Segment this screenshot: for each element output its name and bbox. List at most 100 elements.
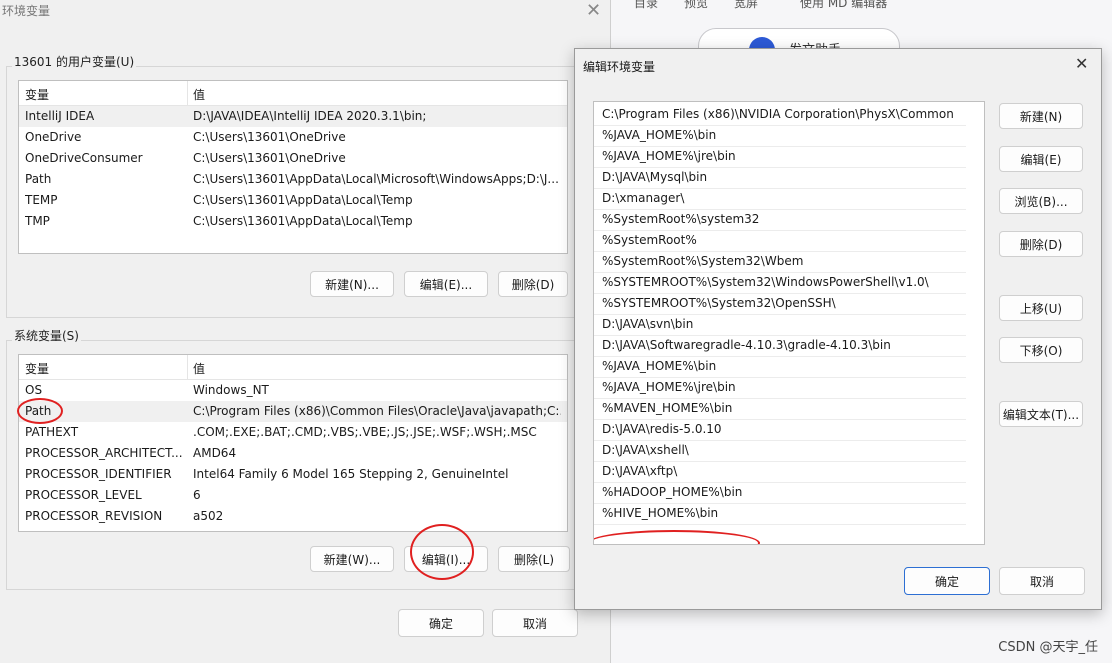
table-row[interactable]: TMP C:\Users\13601\AppData\Local\Temp (19, 211, 567, 232)
list-item[interactable]: %SYSTEMROOT%\System32\OpenSSH\ (594, 293, 966, 315)
list-item[interactable]: %JAVA_HOME%\bin (594, 356, 966, 378)
path-text: %MAVEN_HOME%\bin (602, 401, 733, 415)
path-text: D:\JAVA\redis-5.0.10 (602, 422, 722, 436)
list-item[interactable]: %JAVA_HOME%\jre\bin (594, 377, 966, 399)
list-item[interactable]: D:\JAVA\redis-5.0.10 (594, 419, 966, 441)
table-row[interactable]: IntelliJ IDEA D:\JAVA\IDEA\IntelliJ IDEA… (19, 106, 567, 127)
path-text: %SystemRoot% (602, 233, 697, 247)
var-name: PROCESSOR_REVISION (25, 509, 163, 523)
list-item[interactable]: %JAVA_HOME%\bin (594, 125, 966, 147)
list-item[interactable]: D:\JAVA\xftp\ (594, 461, 966, 483)
table-row[interactable]: OneDriveConsumer C:\Users\13601\OneDrive (19, 148, 567, 169)
sys-new-button[interactable]: 新建(W)... (310, 546, 394, 572)
user-edit-button[interactable]: 编辑(E)... (404, 271, 488, 297)
var-name: PROCESSOR_IDENTIFIER (25, 467, 172, 481)
list-item[interactable]: %SYSTEMROOT%\System32\WindowsPowerShell\… (594, 272, 966, 294)
table-row[interactable]: OS Windows_NT (19, 380, 567, 401)
path-text: %SystemRoot%\system32 (602, 212, 760, 226)
user-new-button[interactable]: 新建(N)... (310, 271, 394, 297)
path-text: D:\JAVA\xshell\ (602, 443, 689, 457)
table-row[interactable]: PROCESSOR_LEVEL 6 (19, 485, 567, 506)
sys-vars-list[interactable]: 变量 值 OS Windows_NT Path C:\Program Files… (18, 354, 568, 532)
delete-path-button[interactable]: 删除(D) (999, 231, 1083, 257)
path-text: %SYSTEMROOT%\System32\WindowsPowerShell\… (602, 275, 929, 289)
move-up-button[interactable]: 上移(U) (999, 295, 1083, 321)
ok-button[interactable]: 确定 (904, 567, 990, 595)
path-text: C:\Program Files (x86)\NVIDIA Corporatio… (602, 107, 954, 121)
user-vars-label: 13601 的用户变量(U) (12, 53, 137, 70)
user-delete-button[interactable]: 删除(D) (498, 271, 568, 297)
path-text: %HADOOP_HOME%\bin (602, 485, 743, 499)
table-row[interactable]: TEMP C:\Users\13601\AppData\Local\Temp (19, 190, 567, 211)
list-item[interactable]: %HADOOP_HOME%\bin (594, 482, 966, 504)
path-list[interactable]: C:\Program Files (x86)\NVIDIA Corporatio… (593, 101, 985, 545)
path-text: D:\JAVA\xftp\ (602, 464, 678, 478)
ok-button[interactable]: 确定 (398, 609, 484, 637)
col-value[interactable]: 值 (193, 360, 205, 377)
table-row[interactable]: PATHEXT .COM;.EXE;.BAT;.CMD;.VBS;.VBE;.J… (19, 422, 567, 443)
var-name: IntelliJ IDEA (25, 109, 95, 123)
table-row[interactable]: Path C:\Program Files (x86)\Common Files… (19, 401, 567, 422)
toolbar-widescreen[interactable]: 宽屏 (734, 0, 758, 11)
list-item[interactable]: %HIVE_HOME%\bin (594, 503, 966, 525)
path-text: %JAVA_HOME%\bin (602, 359, 717, 373)
list-item[interactable]: %SystemRoot%\System32\Wbem (594, 251, 966, 273)
edit-text-button[interactable]: 编辑文本(T)... (999, 401, 1083, 427)
move-down-button[interactable]: 下移(O) (999, 337, 1083, 363)
list-item[interactable]: D:\JAVA\xshell\ (594, 440, 966, 462)
cancel-button[interactable]: 取消 (999, 567, 1085, 595)
list-item[interactable]: D:\JAVA\Mysql\bin (594, 167, 966, 189)
edit-env-variable-dialog: 编辑环境变量 ✕ C:\Program Files (x86)\NVIDIA C… (574, 48, 1102, 610)
var-value: C:\Program Files (x86)\Common Files\Orac… (193, 404, 561, 418)
sys-delete-button[interactable]: 删除(L) (498, 546, 570, 572)
annotation-hadoop-circle (594, 530, 760, 544)
editor-toolbar: 目录 预览 宽屏 使用 MD 编辑器 (610, 0, 1112, 18)
path-text: D:\xmanager\ (602, 191, 685, 205)
list-item[interactable]: D:\JAVA\svn\bin (594, 314, 966, 336)
new-path-button[interactable]: 新建(N) (999, 103, 1083, 129)
list-item[interactable]: D:\JAVA\Softwaregradle-4.10.3\gradle-4.1… (594, 335, 966, 357)
var-name: PROCESSOR_LEVEL (25, 488, 142, 502)
var-name: OneDrive (25, 130, 82, 144)
var-value: C:\Users\13601\AppData\Local\Temp (193, 193, 413, 207)
col-variable[interactable]: 变量 (25, 86, 49, 103)
list-item[interactable]: C:\Program Files (x86)\NVIDIA Corporatio… (594, 104, 966, 126)
dialog-title: 环境变量 (2, 4, 51, 18)
table-row[interactable]: PROCESSOR_IDENTIFIER Intel64 Family 6 Mo… (19, 464, 567, 485)
cancel-button[interactable]: 取消 (492, 609, 578, 637)
table-row[interactable]: OneDrive C:\Users\13601\OneDrive (19, 127, 567, 148)
col-value[interactable]: 值 (193, 86, 205, 103)
var-value: a502 (193, 509, 224, 523)
var-value: AMD64 (193, 446, 237, 460)
var-value: Intel64 Family 6 Model 165 Stepping 2, G… (193, 467, 509, 481)
close-icon[interactable]: ✕ (1075, 54, 1088, 73)
edit-path-button[interactable]: 编辑(E) (999, 146, 1083, 172)
path-text: %SYSTEMROOT%\System32\OpenSSH\ (602, 296, 836, 310)
path-text: %SystemRoot%\System32\Wbem (602, 254, 804, 268)
browse-button[interactable]: 浏览(B)... (999, 188, 1083, 214)
list-item[interactable]: %SystemRoot% (594, 230, 966, 252)
user-vars-list[interactable]: 变量 值 IntelliJ IDEA D:\JAVA\IDEA\IntelliJ… (18, 80, 568, 254)
toolbar-md-editor[interactable]: 使用 MD 编辑器 (800, 0, 887, 11)
var-name: OS (25, 383, 43, 397)
user-vars-header: 变量 值 (19, 81, 567, 106)
table-row[interactable]: PROCESSOR_REVISION a502 (19, 506, 567, 527)
list-item[interactable]: D:\xmanager\ (594, 188, 966, 210)
path-text: %HIVE_HOME%\bin (602, 506, 719, 520)
var-value: C:\Users\13601\AppData\Local\Temp (193, 214, 413, 228)
var-value: .COM;.EXE;.BAT;.CMD;.VBS;.VBE;.JS;.JSE;.… (193, 425, 537, 439)
col-variable[interactable]: 变量 (25, 360, 49, 377)
list-item[interactable]: %JAVA_HOME%\jre\bin (594, 146, 966, 168)
path-text: %JAVA_HOME%\jre\bin (602, 380, 736, 394)
list-item[interactable]: %SystemRoot%\system32 (594, 209, 966, 231)
path-text: D:\JAVA\Softwaregradle-4.10.3\gradle-4.1… (602, 338, 891, 352)
toolbar-preview[interactable]: 预览 (684, 0, 708, 11)
table-row[interactable]: PROCESSOR_ARCHITECT... AMD64 (19, 443, 567, 464)
toolbar-toc[interactable]: 目录 (634, 0, 658, 11)
list-item[interactable]: %MAVEN_HOME%\bin (594, 398, 966, 420)
var-value: C:\Users\13601\AppData\Local\Microsoft\W… (193, 172, 559, 186)
var-name: PROCESSOR_ARCHITECT... (25, 446, 183, 460)
annotation-path-circle (17, 398, 63, 424)
close-icon[interactable]: ✕ (586, 0, 601, 21)
table-row[interactable]: Path C:\Users\13601\AppData\Local\Micros… (19, 169, 567, 190)
